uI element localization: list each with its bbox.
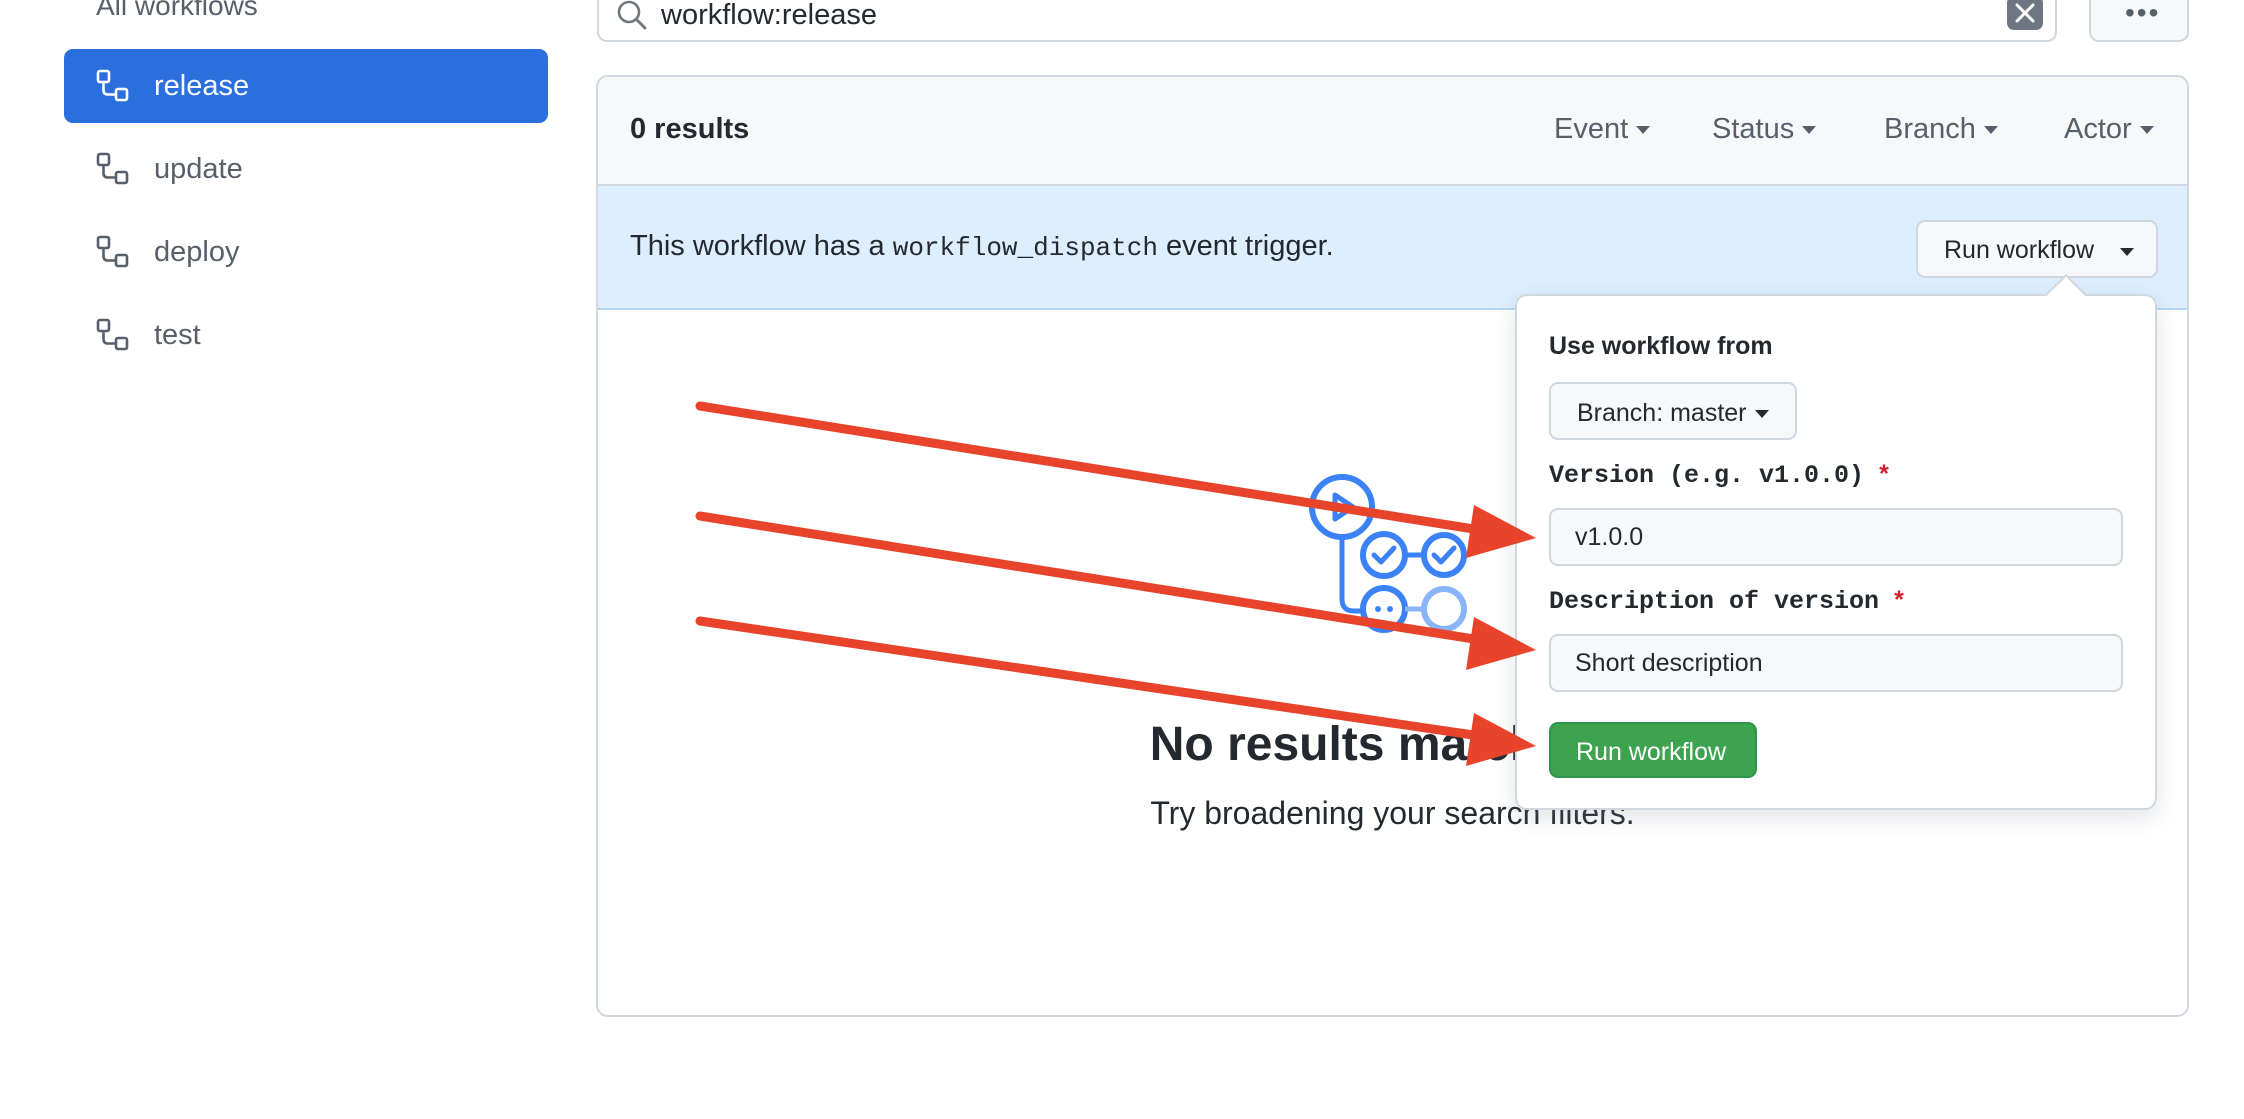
dropdown-heading: Use workflow from [1549, 332, 1773, 360]
status-filter[interactable]: Status [1712, 113, 1817, 146]
description-input[interactable] [1549, 634, 2123, 692]
sidebar-item-label: update [154, 152, 243, 185]
sidebar-item-label: release [154, 69, 250, 102]
caret-down-icon [2120, 248, 2134, 256]
all-workflows-link[interactable]: All workflows [96, 0, 258, 26]
run-workflow-submit-button[interactable]: Run workflow [1549, 722, 1757, 778]
runs-header: 0 results Event Status Branch Actor [598, 77, 2187, 186]
branch-select-button[interactable]: Branch: master [1549, 382, 1797, 440]
sidebar-item-test[interactable]: test [64, 298, 548, 372]
more-options-button[interactable]: ••• [2089, 0, 2189, 42]
sidebar-item-deploy[interactable]: deploy [64, 215, 548, 289]
sidebar-item-update[interactable]: update [64, 132, 548, 206]
search-query: workflow:release [661, 0, 877, 31]
required-mark: * [1894, 586, 1904, 614]
workflow-icon [96, 318, 129, 351]
dispatch-code: workflow_dispatch [892, 233, 1158, 263]
workflow-icon [96, 235, 129, 268]
version-label: Version (e.g. v1.0.0) * [1549, 460, 1889, 490]
caret-down-icon [1802, 126, 1817, 134]
branch-filter[interactable]: Branch [1884, 113, 1998, 146]
workflow-icon [96, 69, 129, 102]
required-mark: * [1879, 460, 1889, 488]
actor-filter[interactable]: Actor [2064, 113, 2154, 146]
version-input[interactable] [1549, 508, 2123, 566]
caret-down-icon [1983, 126, 1998, 134]
close-icon [2015, 3, 2035, 23]
caret-down-icon [1755, 410, 1769, 418]
dispatch-text: This workflow has a workflow_dispatch ev… [630, 230, 1334, 263]
actions-workflow-illustration-icon [1309, 474, 1467, 633]
workflow-icon [96, 152, 129, 185]
search-icon [617, 0, 647, 30]
kebab-icon: ••• [2125, 0, 2161, 28]
sidebar-item-release[interactable]: release [64, 49, 548, 123]
sidebar-item-label: test [154, 318, 201, 351]
dispatch-banner: This workflow has a workflow_dispatch ev… [598, 186, 2187, 310]
run-workflow-dropdown-button[interactable]: Run workflow [1916, 220, 2158, 278]
search-input[interactable]: workflow:release [597, 0, 2057, 42]
clear-search-button[interactable] [2007, 0, 2043, 30]
event-filter[interactable]: Event [1554, 113, 1651, 146]
caret-down-icon [1636, 126, 1651, 134]
sidebar-item-label: deploy [154, 235, 240, 268]
run-workflow-dropdown: Use workflow from Branch: master Version… [1515, 273, 2157, 810]
caret-down-icon [2139, 126, 2154, 134]
description-label: Description of version * [1549, 586, 1904, 616]
results-count: 0 results [630, 113, 750, 145]
